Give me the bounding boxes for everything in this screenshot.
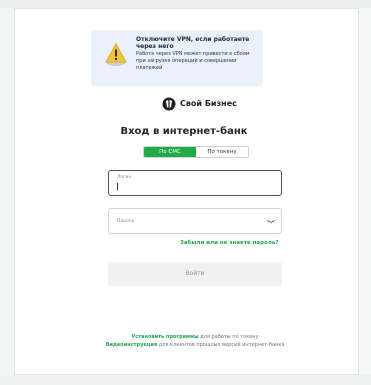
tab-token[interactable]: По токену [196, 147, 248, 157]
video-instruction-text: для клиентов прошлых версий интернет-бан… [157, 342, 285, 348]
vpn-warning-title: Отключите VPN, если работаете через него [136, 36, 250, 50]
install-programs-link[interactable]: Установить программы [131, 334, 198, 340]
tab-sms[interactable]: По СМС [144, 147, 196, 157]
auth-method-tabs: По СМС По токену [143, 146, 249, 158]
footer-line-install: Установить программы для работы по токен… [84, 333, 306, 341]
page-bottom-background [0, 375, 371, 385]
forgot-password-link[interactable]: Забыли или не знаете пароль? [180, 240, 279, 246]
brand-name: Свой Бизнес [180, 99, 237, 108]
vpn-warning-text: Работа через VPN может привести к сбоям … [136, 51, 250, 71]
page-title: Вход в интернет-банк [120, 126, 248, 137]
text-caret [117, 183, 118, 190]
footer-links: Установить программы для работы по токен… [84, 333, 306, 349]
password-label: Пароль [117, 219, 135, 224]
login-label: Логин [117, 175, 132, 180]
vpn-warning-notice: Отключите VPN, если работаете через него… [91, 30, 263, 86]
page-top-background [0, 0, 371, 8]
warning-icon [105, 43, 127, 66]
svoy-biznes-logo-icon [162, 97, 176, 111]
footer-line-video: Видеоинструкция для клиентов прошлых вер… [84, 341, 306, 349]
install-programs-text: для работы по токену [198, 334, 259, 340]
page-right-background [359, 8, 371, 375]
video-instruction-link[interactable]: Видеоинструкция [106, 342, 158, 348]
password-field[interactable]: Пароль [108, 208, 282, 234]
login-field[interactable]: Логин [108, 170, 282, 196]
login-button[interactable]: Войти [108, 262, 282, 286]
eye-closed-icon[interactable] [267, 219, 275, 224]
